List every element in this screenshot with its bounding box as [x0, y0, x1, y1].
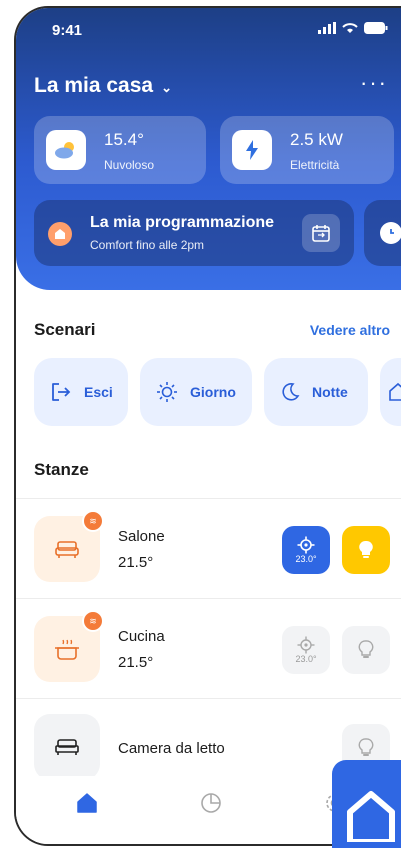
scene-more[interactable] [380, 358, 401, 426]
room-temp: 21.5° [118, 554, 154, 571]
bulb-icon [358, 738, 374, 756]
scene-label: Giorno [190, 384, 236, 400]
scene-day[interactable]: Giorno [140, 358, 252, 426]
sofa-tile: ≋ [34, 510, 104, 582]
lightning-icon [232, 130, 272, 170]
schedule-card[interactable]: La mia programmazione Comfort fino alle … [34, 200, 354, 266]
heating-badge-icon: ≋ [82, 610, 104, 632]
power-label: Elettricità [290, 158, 340, 172]
scene-label: Esci [84, 384, 113, 400]
power-card[interactable]: 2.5 kW Elettricità [220, 116, 394, 184]
bed-icon [55, 739, 79, 755]
power-value: 2.5 kW [290, 130, 343, 149]
thermostat-value: 23.0° [295, 654, 317, 664]
divider [16, 498, 401, 499]
signal-icon [318, 22, 336, 34]
status-time: 9:41 [52, 22, 83, 39]
battery-icon [364, 22, 388, 34]
thermostat-icon [297, 636, 315, 654]
room-name: Salone [118, 528, 165, 545]
weather-temp: 15.4° [104, 130, 144, 149]
thermostat-value: 23.0° [295, 554, 317, 564]
more-options-icon[interactable]: ··· [360, 72, 388, 94]
weather-card[interactable]: 15.4° Nuvoloso [34, 116, 206, 184]
scene-label: Notte [312, 384, 348, 400]
pie-chart-icon [201, 793, 221, 813]
pot-tile: ≋ [34, 610, 104, 682]
scene-exit[interactable]: Esci [34, 358, 128, 426]
sun-icon [157, 382, 177, 402]
chevron-down-icon: ⌄ [161, 80, 172, 95]
divider [16, 598, 401, 599]
schedule-title: La mia programmazione [90, 214, 275, 231]
home-icon [77, 793, 97, 813]
moon-icon [282, 383, 300, 401]
scenes-title: Scenari [34, 320, 96, 339]
home-dot-icon [48, 222, 72, 246]
sofa-icon [55, 541, 79, 558]
thermostat-icon [297, 536, 315, 554]
room-temp: 21.5° [118, 654, 154, 671]
thermostat-button[interactable]: 23.0° [282, 626, 330, 674]
phone-frame: 9:41 La mia casa ⌄ ··· 15.4° Nuvoloso 2.… [14, 6, 401, 846]
cloud-sun-icon [46, 130, 86, 170]
schedule-card-2[interactable] [364, 200, 401, 266]
home-selector[interactable]: La mia casa ⌄ [34, 74, 172, 98]
bed-tile [34, 714, 100, 780]
light-toggle[interactable] [342, 626, 390, 674]
room-name: Cucina [118, 628, 165, 645]
calendar-icon[interactable] [302, 214, 340, 252]
bulb-icon [358, 640, 374, 658]
exit-icon [52, 383, 71, 401]
heating-badge-icon: ≋ [82, 510, 104, 532]
home-logo-icon [347, 791, 395, 842]
bulb-icon [359, 540, 373, 558]
clock-icon [380, 222, 401, 244]
tab-stats[interactable] [200, 792, 222, 819]
light-toggle[interactable] [342, 526, 390, 574]
scene-night[interactable]: Notte [264, 358, 368, 426]
wifi-icon [342, 23, 358, 33]
room-name: Camera da letto [118, 740, 225, 757]
pot-icon [55, 639, 79, 660]
schedule-subtitle: Comfort fino alle 2pm [90, 238, 205, 252]
app-logo [332, 760, 401, 848]
home-outline-icon [389, 382, 401, 401]
divider [16, 698, 401, 699]
rooms-title: Stanze [34, 460, 89, 479]
see-more-link[interactable]: Vedere altro [310, 322, 390, 338]
thermostat-button[interactable]: 23.0° [282, 526, 330, 574]
home-title: La mia casa [34, 74, 154, 97]
tab-home[interactable] [76, 792, 98, 819]
weather-label: Nuvoloso [104, 158, 155, 172]
header: 9:41 La mia casa ⌄ ··· 15.4° Nuvoloso 2.… [16, 8, 401, 290]
